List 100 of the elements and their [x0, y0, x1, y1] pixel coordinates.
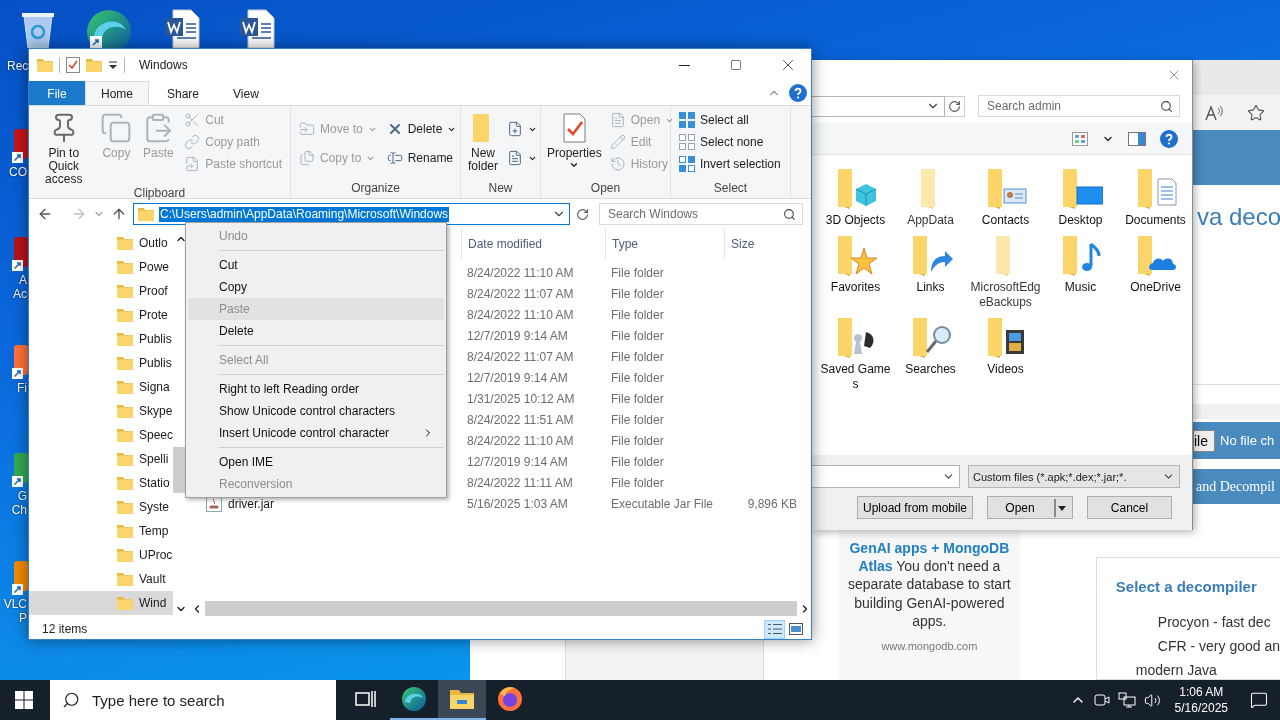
menu-item[interactable]: Open IME	[188, 451, 444, 473]
scissors-icon	[184, 112, 201, 128]
preview-pane-icon[interactable]	[1128, 131, 1146, 146]
details-list-icon	[767, 623, 782, 635]
file-explorer-icon	[449, 688, 475, 710]
folder-icon	[117, 260, 133, 274]
folder-label[interactable]: Saved Games	[819, 362, 892, 392]
folder-label[interactable]: Favorites	[819, 280, 892, 295]
nav-item[interactable]: Publis	[29, 351, 174, 375]
taskbar-app-button[interactable]	[438, 680, 486, 720]
choose-file-button[interactable]: ile	[1193, 429, 1215, 452]
menu-item[interactable]: Delete	[188, 320, 444, 342]
view-icon[interactable]	[1072, 131, 1088, 146]
pin-button[interactable]: Pin to Quick access	[33, 106, 95, 186]
nav-item[interactable]: Signa	[29, 375, 174, 399]
scrollbar-thumb[interactable]	[205, 601, 797, 616]
column-header[interactable]: Size	[724, 229, 803, 259]
nav-item[interactable]: Vault	[29, 567, 174, 591]
nav-item[interactable]: Temp	[29, 519, 174, 543]
folder-label[interactable]: OneDrive	[1119, 280, 1192, 295]
menu-item[interactable]: Cut	[188, 254, 444, 276]
folder-label[interactable]: 3D Objects	[819, 213, 892, 228]
upload-button[interactable]: Upload from mobile	[857, 496, 973, 519]
nav-item[interactable]: Syste	[29, 495, 174, 519]
rename-button[interactable]: Rename	[382, 147, 461, 169]
search-input[interactable]: Search Windows	[606, 206, 783, 222]
refresh-button[interactable]	[576, 207, 589, 221]
details-view-button[interactable]	[764, 619, 785, 639]
menu-item[interactable]: Right to left Reading order	[188, 378, 444, 400]
ribbon-tab[interactable]: View	[217, 81, 275, 105]
column-header[interactable]: Date modified	[461, 229, 605, 259]
date-cell-text: 8/24/2022 11:07 AM	[466, 349, 575, 364]
nav-item[interactable]: Speec	[29, 423, 174, 447]
search-field[interactable]: Search admin	[978, 95, 1180, 117]
cancel-button[interactable]: Cancel	[1087, 496, 1172, 519]
nav-item[interactable]: Proof	[29, 279, 174, 303]
nav-item[interactable]: Spelli	[29, 447, 174, 471]
file-menu-tab[interactable]: File	[29, 81, 85, 105]
pencil-icon	[609, 134, 626, 150]
search-input[interactable]: Type here to search	[90, 690, 336, 710]
date-cell-text: 8/24/2022 11:10 AM	[466, 265, 575, 280]
new-folder-button[interactable]: New folder	[465, 106, 501, 181]
file-name[interactable]: driver.jar	[228, 496, 274, 511]
folder-label[interactable]: Searches	[894, 362, 967, 377]
folder-label[interactable]: Videos	[969, 362, 1042, 377]
folder-icon	[117, 236, 133, 250]
properties-button[interactable]: Properties	[545, 106, 604, 181]
folder-label[interactable]: Music	[1044, 280, 1117, 295]
nav-item[interactable]: Wind	[29, 591, 174, 615]
nav-item[interactable]: Powe	[29, 255, 174, 279]
camera-icon[interactable]	[1093, 692, 1110, 708]
favorite-star-icon[interactable]	[1247, 103, 1265, 122]
folder-label[interactable]: MicrosoftEdgeBackups	[969, 280, 1042, 310]
option-text: CFR - very good an	[1157, 637, 1280, 655]
file-type-dropdown[interactable]: Custom files (*.apk;*.dex;*.jar;*.	[968, 465, 1180, 488]
nav-item[interactable]: UProc	[29, 543, 174, 567]
icon-label: A	[19, 273, 28, 287]
properties-icon[interactable]	[66, 57, 80, 73]
back-arrow-icon	[37, 206, 53, 222]
nav-item[interactable]: Prote	[29, 303, 174, 327]
folder-icon	[117, 284, 133, 298]
volume-icon[interactable]	[1143, 691, 1161, 709]
search-field[interactable]: Search Windows	[599, 203, 803, 225]
ribbon-tab[interactable]: Home	[85, 81, 149, 105]
delete-button[interactable]: Delete	[382, 118, 461, 140]
search-input[interactable]: Search admin	[985, 98, 1160, 114]
nav-item[interactable]: Publis	[29, 327, 174, 351]
open-button[interactable]: Open	[987, 496, 1073, 519]
menu-item[interactable]: Copy	[188, 276, 444, 298]
type-cell-text: File folder	[610, 475, 665, 490]
network-icon[interactable]	[1117, 692, 1136, 708]
menu-item[interactable]: Insert Unicode control character	[188, 422, 444, 444]
window-title: Windows	[139, 58, 189, 72]
taskbar-search-field[interactable]: Type here to search	[50, 680, 336, 720]
read-aloud-icon[interactable]	[1205, 104, 1225, 121]
folder-label[interactable]: Contacts	[969, 213, 1042, 228]
address-field[interactable]	[812, 95, 945, 117]
folder-icon	[117, 572, 133, 586]
back-button[interactable]	[37, 206, 53, 222]
help-icon[interactable]	[1160, 129, 1178, 148]
notifications-icon[interactable]	[1250, 691, 1268, 709]
folder-label[interactable]: Documents	[1119, 213, 1192, 228]
menu-item[interactable]: Show Unicode control characters	[188, 400, 444, 422]
windows-logo-icon	[15, 691, 33, 709]
customize-caret-icon[interactable]	[108, 60, 118, 70]
up-button[interactable]	[111, 206, 127, 222]
nav-item[interactable]: Statio	[29, 471, 174, 495]
forward-arrow-icon	[71, 206, 87, 222]
shortcut-arrow-icon	[12, 260, 23, 271]
help-icon[interactable]	[789, 84, 807, 102]
nav-item[interactable]: Skype	[29, 399, 174, 423]
icon-label: Ch	[11, 503, 28, 517]
nav-item[interactable]: Outlo	[29, 231, 174, 255]
file-name-field[interactable]	[812, 465, 960, 488]
folder-label[interactable]: AppData	[894, 213, 967, 228]
folder-label[interactable]: Links	[894, 280, 967, 295]
ribbon-tab[interactable]: Share	[151, 81, 216, 105]
column-header[interactable]: Type	[605, 229, 724, 259]
folder-label[interactable]: Desktop	[1044, 213, 1117, 228]
clock[interactable]: 1:06 AM 5/16/2025	[1168, 684, 1234, 716]
